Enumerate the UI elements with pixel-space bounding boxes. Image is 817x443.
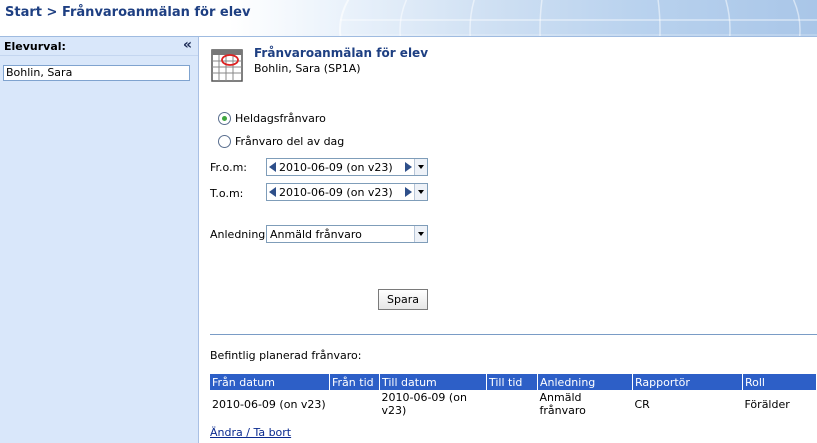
arrow-left-icon[interactable] bbox=[269, 162, 276, 172]
breadcrumb-start-link[interactable]: Start bbox=[5, 5, 42, 20]
student-info: Bohlin, Sara (SP1A) bbox=[254, 62, 361, 75]
selected-student-item[interactable]: Bohlin, Sara bbox=[3, 65, 190, 81]
edit-remove-link[interactable]: Ändra / Ta bort bbox=[210, 426, 291, 439]
radio-fullday-row[interactable]: Heldagsfrånvaro bbox=[218, 112, 326, 125]
calendar-icon bbox=[211, 49, 243, 82]
cell-reason: Anmäld frånvaro bbox=[539, 391, 586, 417]
radio-fullday-label: Heldagsfrånvaro bbox=[235, 112, 326, 125]
col-reporter: Rapportör bbox=[632, 374, 743, 390]
reason-select[interactable]: Anmäld frånvaro bbox=[266, 225, 428, 243]
absence-table: Från datum Från tid Till datum Till tid … bbox=[210, 374, 817, 418]
arrow-right-icon[interactable] bbox=[405, 162, 412, 172]
existing-absence-heading: Befintlig planerad frånvaro: bbox=[210, 349, 362, 362]
from-date-value: 2010-06-09 (on v23) bbox=[279, 160, 393, 174]
save-button[interactable]: Spara bbox=[378, 289, 428, 310]
from-date-picker[interactable]: 2010-06-09 (on v23) bbox=[266, 158, 428, 176]
to-date-picker[interactable]: 2010-06-09 (on v23) bbox=[266, 183, 428, 201]
sidebar-title: Elevurval: bbox=[4, 40, 66, 53]
col-reason: Anledning bbox=[537, 374, 633, 390]
double-chevron-left-icon[interactable]: « bbox=[183, 37, 192, 53]
arrow-right-icon[interactable] bbox=[405, 187, 412, 197]
table-row: 2010-06-09 (on v23) 2010-06-09 (on v23) … bbox=[210, 390, 817, 418]
to-date-value: 2010-06-09 (on v23) bbox=[279, 185, 393, 199]
radio-partday[interactable] bbox=[218, 135, 231, 148]
globe-decoration-icon bbox=[339, 0, 817, 36]
radio-fullday[interactable] bbox=[218, 112, 231, 125]
cell-from-date: 2010-06-09 (on v23) bbox=[212, 397, 326, 411]
cell-to-date: 2010-06-09 (on v23) bbox=[381, 391, 467, 417]
cell-role: Förälder bbox=[744, 397, 790, 411]
dropdown-arrow-icon[interactable] bbox=[414, 184, 427, 200]
col-from-time: Från tid bbox=[329, 374, 380, 390]
page-title: Frånvaroanmälan för elev bbox=[254, 46, 429, 60]
to-label: T.o.m: bbox=[210, 187, 244, 200]
main-content: Frånvaroanmälan för elev Bohlin, Sara (S… bbox=[210, 37, 817, 443]
divider bbox=[210, 334, 817, 335]
page-header: Start > Frånvaroanmälan för elev bbox=[0, 0, 817, 37]
radio-partday-label: Frånvaro del av dag bbox=[235, 135, 345, 148]
dropdown-arrow-icon[interactable] bbox=[414, 226, 427, 242]
reason-label: Anledning: bbox=[210, 228, 269, 241]
sidebar: Elevurval: « Bohlin, Sara bbox=[0, 37, 199, 443]
breadcrumb-current: Frånvaroanmälan för elev bbox=[61, 5, 251, 20]
col-to-time: Till tid bbox=[486, 374, 538, 390]
col-from-date: Från datum bbox=[210, 374, 330, 390]
radio-partday-row[interactable]: Frånvaro del av dag bbox=[218, 135, 344, 148]
col-role: Roll bbox=[742, 374, 817, 390]
cell-from-time bbox=[330, 390, 380, 418]
cell-to-time bbox=[487, 390, 538, 418]
arrow-left-icon[interactable] bbox=[269, 187, 276, 197]
sidebar-header: Elevurval: « bbox=[0, 37, 198, 56]
table-header-row: Från datum Från tid Till datum Till tid … bbox=[210, 374, 817, 390]
cell-reporter: CR bbox=[634, 397, 650, 411]
col-to-date: Till datum bbox=[379, 374, 487, 390]
from-label: Fr.o.m: bbox=[210, 161, 247, 174]
reason-value: Anmäld frånvaro bbox=[270, 227, 362, 241]
breadcrumb: Start > Frånvaroanmälan för elev bbox=[5, 5, 250, 20]
breadcrumb-separator: > bbox=[46, 5, 58, 20]
dropdown-arrow-icon[interactable] bbox=[414, 159, 427, 175]
